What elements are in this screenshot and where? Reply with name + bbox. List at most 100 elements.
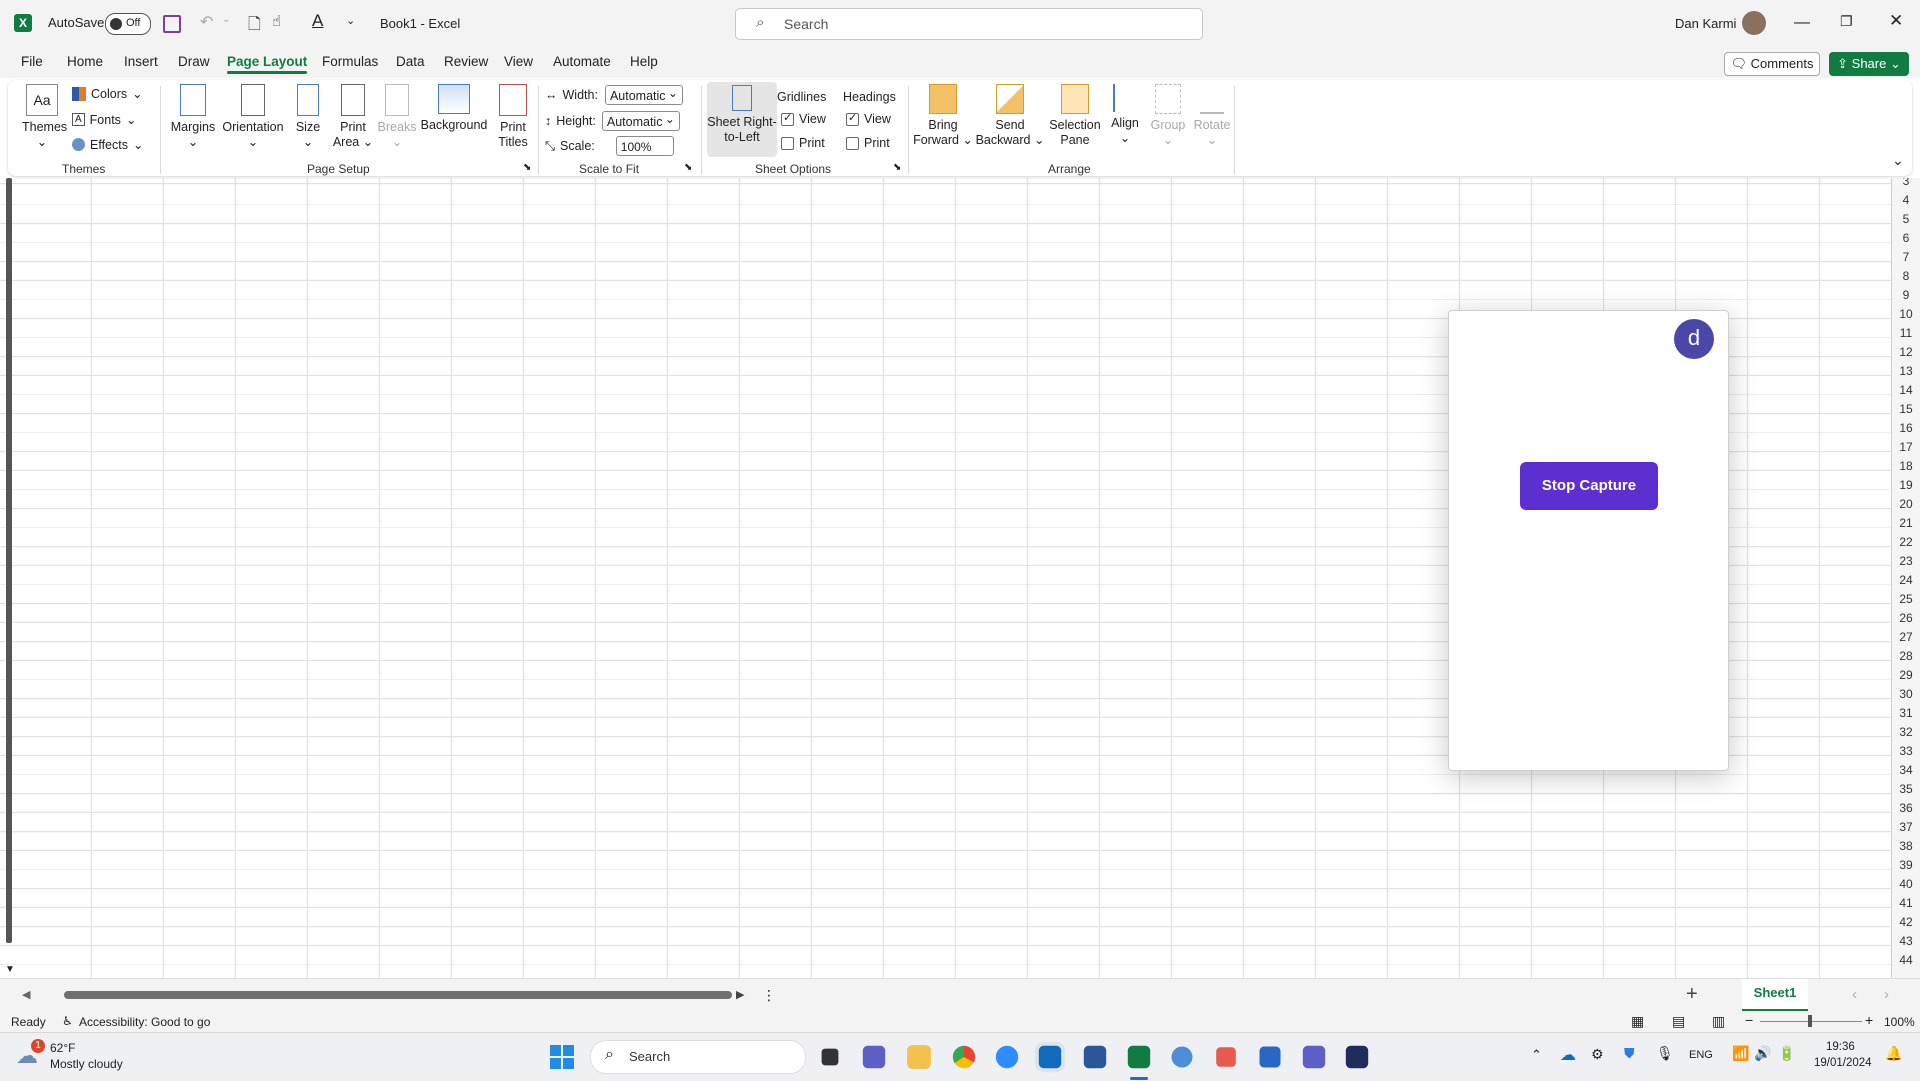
headings-print-checkbox[interactable]: Print — [846, 136, 890, 150]
zoom-level[interactable]: 100% — [1884, 1015, 1915, 1029]
row-number[interactable]: 12 — [1892, 343, 1920, 362]
share-button[interactable]: ⇪ Share ⌄ — [1829, 52, 1909, 76]
zoom-app-icon[interactable] — [995, 1045, 1019, 1069]
tab-home[interactable]: Home — [67, 54, 103, 69]
row-number[interactable]: 34 — [1892, 761, 1920, 780]
align-button[interactable]: Align ⌄ — [1106, 84, 1144, 146]
row-number[interactable]: 11 — [1892, 324, 1920, 343]
row-number[interactable]: 40 — [1892, 875, 1920, 894]
row-number[interactable]: 41 — [1892, 894, 1920, 913]
save-icon[interactable] — [163, 15, 181, 33]
wifi-icon[interactable]: 📶 — [1732, 1045, 1749, 1062]
row-number[interactable]: 17 — [1892, 438, 1920, 457]
word-icon[interactable] — [1083, 1045, 1107, 1069]
gridlines-print-checkbox[interactable]: Print — [781, 136, 825, 150]
vertical-scrollbar-thumb[interactable] — [6, 178, 12, 943]
notification-bell-icon[interactable]: 🔔 — [1885, 1045, 1902, 1062]
headings-view-checkbox[interactable]: View — [846, 111, 891, 126]
row-number[interactable]: 9 — [1892, 286, 1920, 305]
more-options-icon[interactable]: ⋮ — [762, 987, 776, 1004]
tab-page-layout[interactable]: Page Layout — [227, 54, 308, 74]
page-layout-view-icon[interactable]: ▤ — [1672, 1013, 1685, 1030]
row-number[interactable]: 39 — [1892, 856, 1920, 875]
show-hidden-icons[interactable]: ⌃ — [1531, 1047, 1542, 1063]
weather-widget[interactable]: ☁ 1 62°F Mostly cloudy — [14, 1039, 144, 1075]
security-tray-icon[interactable]: ⛊ — [1624, 1045, 1635, 1062]
row-number[interactable]: 5 — [1892, 210, 1920, 229]
restore-icon[interactable]: ❐ — [1840, 13, 1853, 30]
zoom-slider[interactable] — [1760, 1015, 1862, 1027]
stop-capture-button[interactable]: Stop Capture — [1520, 462, 1658, 510]
row-number[interactable]: 43 — [1892, 932, 1920, 951]
horizontal-scrollbar-thumb[interactable] — [64, 991, 732, 999]
sheet-tab-sheet1[interactable]: Sheet1 — [1742, 979, 1808, 1011]
teams-icon[interactable] — [1302, 1045, 1326, 1069]
autosave-toggle[interactable]: Off — [105, 13, 151, 35]
row-number[interactable]: 28 — [1892, 647, 1920, 666]
row-number[interactable]: 32 — [1892, 723, 1920, 742]
row-number[interactable]: 18 — [1892, 457, 1920, 476]
search-box[interactable]: ⌕ Search — [735, 8, 1203, 40]
tab-review[interactable]: Review — [444, 54, 488, 69]
new-file-icon[interactable]: 🗋 — [248, 13, 261, 40]
redo-icon[interactable]: ⌄ — [222, 14, 230, 25]
page-setup-launcher-icon[interactable]: ⬊ — [523, 162, 531, 173]
next-sheet-icon[interactable]: › — [1884, 986, 1889, 1003]
row-number[interactable]: 22 — [1892, 533, 1920, 552]
excel-taskbar-icon[interactable] — [1127, 1045, 1151, 1069]
print-area-button[interactable]: Print Area ⌄ — [330, 84, 376, 150]
collapse-ribbon-icon[interactable]: ⌄ — [1892, 152, 1904, 169]
effects-button[interactable]: Effects ⌄ — [72, 137, 143, 152]
row-number[interactable]: 29 — [1892, 666, 1920, 685]
row-number[interactable]: 16 — [1892, 419, 1920, 438]
minimize-icon[interactable]: — — [1794, 14, 1810, 32]
tab-automate[interactable]: Automate — [553, 54, 611, 69]
touch-mode-icon[interactable]: ☝ — [272, 12, 281, 30]
row-number[interactable]: 44 — [1892, 951, 1920, 970]
accessibility-status[interactable]: Accessibility: Good to go — [79, 1015, 210, 1029]
row-number[interactable]: 20 — [1892, 495, 1920, 514]
row-number[interactable]: 7 — [1892, 248, 1920, 267]
sheet-options-launcher-icon[interactable]: ⬊ — [893, 162, 901, 173]
orientation-button[interactable]: Orientation ⌄ — [220, 84, 286, 150]
scale-launcher-icon[interactable]: ⬊ — [684, 162, 692, 173]
row-number[interactable]: 13 — [1892, 362, 1920, 381]
row-number[interactable]: 14 — [1892, 381, 1920, 400]
user-avatar[interactable] — [1742, 11, 1766, 35]
outlook-icon[interactable] — [1038, 1045, 1062, 1069]
chrome-icon[interactable] — [952, 1045, 976, 1069]
onedrive-icon[interactable]: ☁ — [1560, 1045, 1576, 1065]
row-number[interactable]: 33 — [1892, 742, 1920, 761]
themes-button[interactable]: Aa Themes ⌄ — [22, 84, 67, 150]
customize-qat-icon[interactable]: ⌄ — [346, 14, 355, 27]
tab-view[interactable]: View — [504, 54, 533, 69]
margins-button[interactable]: Margins ⌄ — [163, 84, 223, 150]
rotate-button[interactable]: Rotate ⌄ — [1191, 84, 1233, 148]
bring-forward-button[interactable]: Bring Forward ⌄ — [912, 84, 974, 148]
avatar[interactable]: d — [1674, 319, 1714, 359]
row-number[interactable]: 4 — [1892, 191, 1920, 210]
clock-time[interactable]: 19:36 — [1826, 1041, 1855, 1053]
background-button[interactable]: Background — [418, 84, 490, 133]
prev-sheet-icon[interactable]: ‹ — [1852, 986, 1857, 1003]
zoom-in-icon[interactable]: + — [1865, 1012, 1873, 1028]
row-number[interactable]: 23 — [1892, 552, 1920, 571]
gridlines-view-checkbox[interactable]: View — [781, 111, 826, 126]
language-indicator[interactable]: ENG — [1689, 1049, 1713, 1061]
height-dropdown[interactable]: Automatic — [601, 109, 680, 131]
close-icon[interactable]: ✕ — [1889, 11, 1903, 31]
tab-file[interactable]: File — [21, 54, 43, 69]
scroll-left-icon[interactable]: ◀ — [22, 988, 30, 1001]
row-number[interactable]: 10 — [1892, 305, 1920, 324]
task-view-icon[interactable] — [821, 1048, 839, 1066]
scroll-down-icon[interactable]: ▼ — [5, 964, 15, 975]
row-number[interactable]: 42 — [1892, 913, 1920, 932]
colors-button[interactable]: Colors ⌄ — [72, 86, 143, 101]
group-button[interactable]: Group ⌄ — [1148, 84, 1188, 148]
page-break-view-icon[interactable]: ▥ — [1712, 1013, 1725, 1030]
tab-help[interactable]: Help — [630, 54, 658, 69]
row-number[interactable]: 3 — [1892, 178, 1920, 191]
settings-app-icon[interactable] — [1171, 1046, 1193, 1068]
print-titles-button[interactable]: Print Titles — [492, 84, 534, 150]
battery-icon[interactable]: 🔋 — [1778, 1045, 1795, 1062]
